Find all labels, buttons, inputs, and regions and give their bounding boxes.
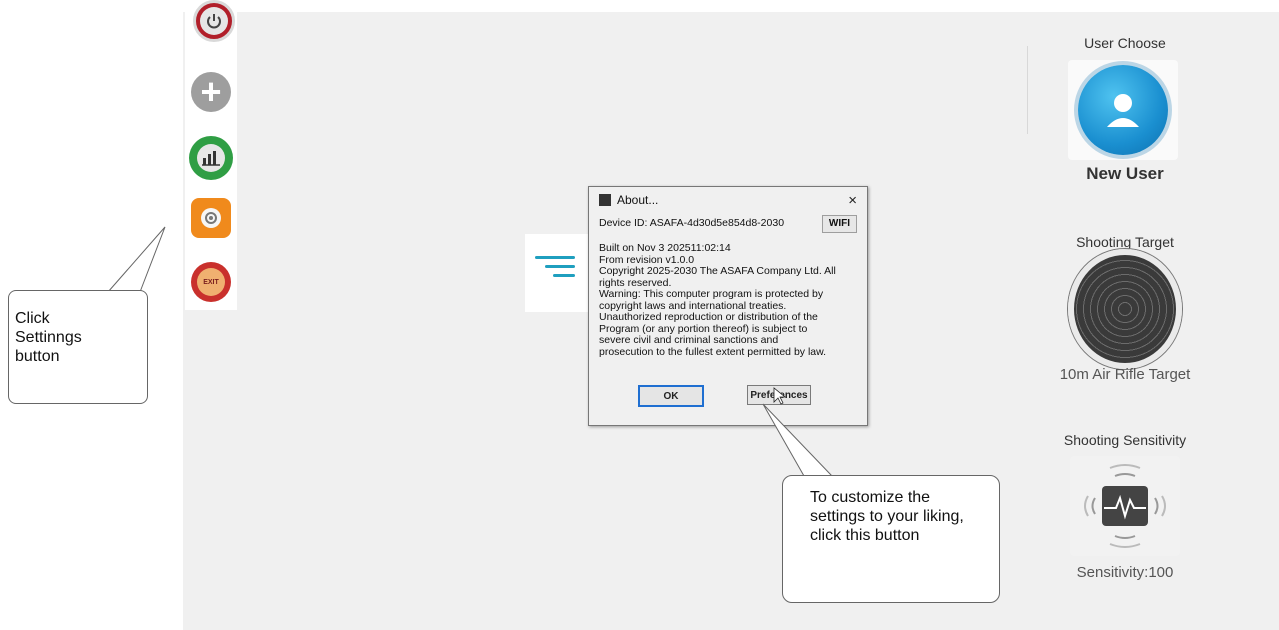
dialog-titlebar: About... [589, 187, 867, 213]
exit-button[interactable]: EXIT [191, 262, 231, 302]
preferences-hint-text: To customize the settings to your liking… [810, 489, 964, 544]
preferences-button[interactable]: Preferences [747, 385, 811, 405]
shooting-target-label: Shooting Target [1076, 234, 1174, 250]
info-line: Copyright 2025-2030 The ASAFA Company Lt… [599, 265, 836, 277]
sensitivity-card[interactable] [1070, 456, 1180, 556]
close-icon[interactable]: × [848, 192, 857, 209]
exit-icon: EXIT [197, 268, 225, 296]
chart-icon [197, 144, 225, 172]
sensitivity-icon [1084, 464, 1166, 548]
reset-button[interactable] [193, 0, 235, 42]
sensitivity-value: Sensitivity:100 [1076, 564, 1174, 581]
dialog-body: Device ID: ASAFA-4d30d5e854d8-2030 WIFI … [589, 213, 867, 358]
user-name: New User [1086, 164, 1164, 183]
info-line: Warning: This computer program is protec… [599, 288, 824, 300]
data-analysis-button[interactable] [189, 136, 233, 180]
user-avatar-icon [1078, 65, 1168, 155]
gear-icon [201, 208, 221, 228]
exit-label: EXIT [203, 278, 219, 286]
device-row: Device ID: ASAFA-4d30d5e854d8-2030 WIFI [599, 213, 857, 235]
menu-lines-icon [535, 256, 575, 283]
preferences-callout: To customize the settings to your liking… [782, 475, 1000, 603]
left-toolbar: + EXIT [185, 0, 237, 310]
settings-callout: Click Settinngs button [8, 290, 148, 404]
settings-hint-text: Click Settinngs button [15, 310, 82, 365]
info-line: Unauthorized reproduction or distributio… [599, 311, 818, 323]
user-choose-label: User Choose [1084, 35, 1166, 51]
power-icon [200, 7, 228, 35]
app-icon [599, 194, 611, 206]
settings-button[interactable] [191, 198, 231, 238]
center-card [525, 234, 595, 312]
add-button[interactable]: + [191, 72, 231, 112]
target-card[interactable] [1068, 249, 1182, 369]
shooting-sensitivity-label: Shooting Sensitivity [1063, 432, 1187, 448]
info-line: severe civil and criminal sanctions and [599, 334, 779, 346]
dialog-button-row: OK Preferences [589, 385, 867, 409]
dialog-title: About... [617, 193, 659, 207]
info-line: prosecution to the fullest extent permit… [599, 345, 827, 358]
plus-icon: + [200, 71, 222, 112]
device-id: Device ID: ASAFA-4d30d5e854d8-2030 [599, 217, 785, 230]
target-icon [1068, 249, 1182, 369]
wifi-button[interactable]: WIFI [821, 215, 857, 233]
ok-button[interactable]: OK [638, 385, 704, 407]
panel-divider [1027, 46, 1028, 134]
target-name: 10m Air Rifle Target [1059, 366, 1191, 383]
about-dialog: About... × Device ID: ASAFA-4d30d5e854d8… [588, 186, 868, 426]
info-line: Built on Nov 3 202511:02:14 [599, 242, 731, 254]
user-avatar-card[interactable] [1068, 60, 1178, 160]
